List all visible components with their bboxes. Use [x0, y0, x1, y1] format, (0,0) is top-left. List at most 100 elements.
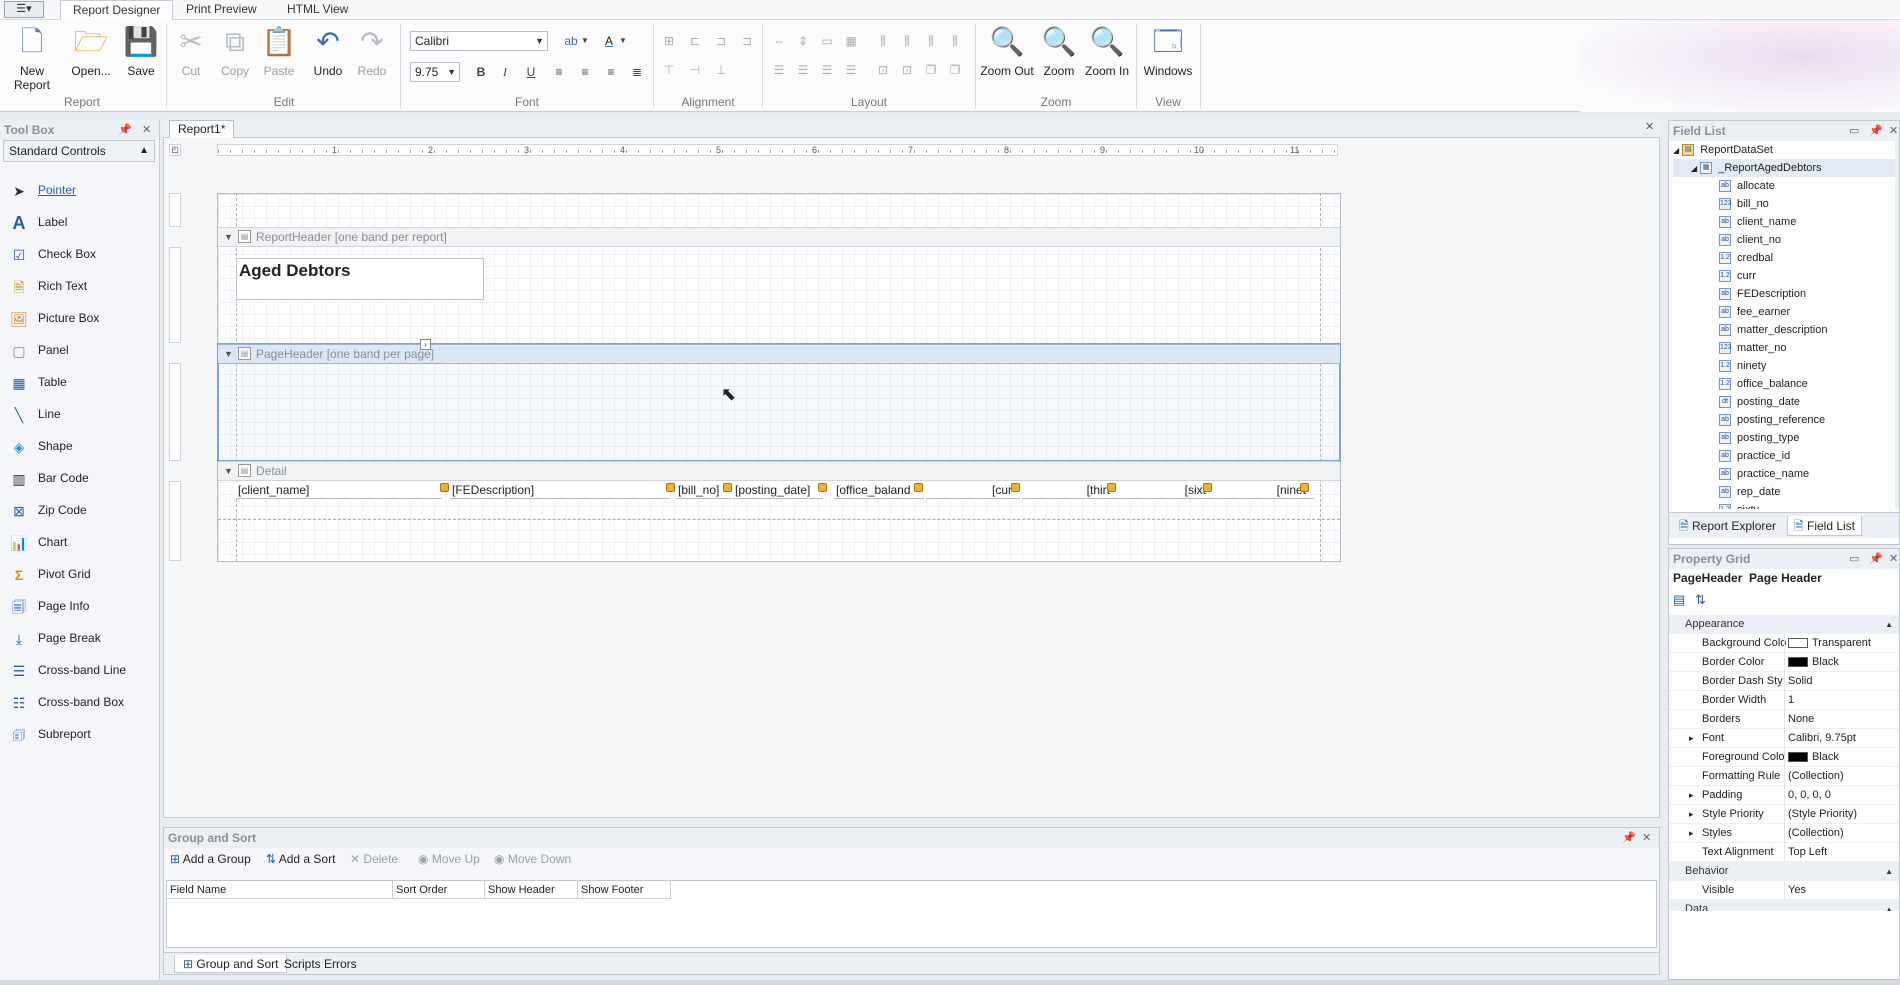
tab-report-explorer[interactable]: 🗎 Report Explorer: [1673, 516, 1782, 536]
field-item[interactable]: dt posting_date: [1673, 393, 1895, 411]
decrease-vertical-spacing-button[interactable]: ☰: [818, 61, 836, 79]
property-value[interactable]: Calibri, 9.75pt: [1784, 729, 1899, 748]
same-size-button[interactable]: ▭: [818, 32, 836, 50]
align-rights-button[interactable]: ⊐: [738, 32, 756, 50]
align-left-button[interactable]: ≡: [550, 63, 568, 81]
field-item[interactable]: ab allocate: [1673, 177, 1895, 195]
font-family-combo[interactable]: Calibri ▼: [410, 31, 548, 51]
redo-button[interactable]: ↷ Redo: [351, 24, 393, 84]
windows-button[interactable]: 🗔 Windows: [1140, 24, 1196, 84]
remove-vertical-spacing-button[interactable]: ☰: [842, 61, 860, 79]
horizontal-spacing-equal-button[interactable]: ⫼: [874, 32, 892, 50]
tab-group-and-sort[interactable]: ⊞ Group and Sort: [174, 955, 288, 973]
chevron-up-icon[interactable]: ▲: [1885, 862, 1893, 881]
vertical-spacing-equal-button[interactable]: ☰: [770, 61, 788, 79]
chevron-up-icon[interactable]: ▲: [1885, 900, 1893, 911]
toolbox-item-table[interactable]: ▦ Table: [8, 369, 156, 395]
group-sort-grid[interactable]: Field Name Sort Order Show Header Show F…: [166, 880, 1657, 948]
property-row[interactable]: Background Colo Transparent: [1669, 634, 1899, 653]
pin-icon[interactable]: 📌: [1869, 552, 1883, 565]
align-bottoms-button[interactable]: ⊥: [712, 61, 730, 79]
collapse-triangle-icon[interactable]: ▼: [224, 228, 233, 246]
toolbox-item-subreport[interactable]: 🗊 Subreport: [8, 721, 156, 747]
bring-to-front-button[interactable]: ❐: [922, 61, 940, 79]
field-item[interactable]: 123 bill_no: [1673, 195, 1895, 213]
align-right-button[interactable]: ≡: [602, 63, 620, 81]
toolbox-item-picture-box[interactable]: 🖼 Picture Box: [8, 305, 156, 331]
field-item[interactable]: 1.2 ninety: [1673, 357, 1895, 375]
bold-button[interactable]: B: [472, 63, 490, 81]
close-document-icon[interactable]: ✕: [1645, 120, 1654, 133]
property-value[interactable]: (Collection): [1784, 767, 1899, 786]
smart-tag-icon[interactable]: ›: [420, 339, 431, 350]
field-item[interactable]: ab practice_id: [1673, 447, 1895, 465]
toolbox-item-chart[interactable]: 📊 Chart: [8, 529, 156, 555]
property-value[interactable]: None: [1784, 710, 1899, 729]
background-color-dropdown[interactable]: ▼: [580, 32, 590, 50]
field-item[interactable]: 1.2sixty: [1673, 501, 1895, 509]
pin-icon[interactable]: 📌: [118, 123, 132, 136]
property-value[interactable]: 0, 0, 0, 0: [1784, 786, 1899, 805]
column-header-field-name[interactable]: Field Name: [167, 881, 393, 899]
column-header-show-footer[interactable]: Show Footer: [578, 881, 671, 899]
detail-field-office-balance[interactable]: [office_baland: [834, 482, 924, 499]
size-to-grid-button[interactable]: ▦: [842, 32, 860, 50]
property-row[interactable]: Foreground Colo Black: [1669, 748, 1899, 767]
paste-button[interactable]: 📋 Paste: [258, 24, 300, 84]
tab-print-preview[interactable]: Print Preview: [174, 0, 269, 20]
field-item[interactable]: 1.2 credbal: [1673, 249, 1895, 267]
detail-field-sixty[interactable]: [sixt: [1118, 482, 1214, 499]
align-lefts-button[interactable]: ⊏: [686, 32, 704, 50]
expand-triangle-icon[interactable]: ◢: [1691, 164, 1697, 173]
toolbox-item-zip-code[interactable]: ⊠ Zip Code: [8, 497, 156, 523]
tab-field-list[interactable]: 🗎 Field List: [1787, 516, 1863, 536]
detail-field-curr[interactable]: [cur: [926, 482, 1020, 499]
zoom-out-button[interactable]: 🔍 Zoom Out: [978, 24, 1036, 84]
increase-vertical-spacing-button[interactable]: ☰: [794, 61, 812, 79]
property-row[interactable]: ▸ Padding 0, 0, 0, 0: [1669, 786, 1899, 805]
field-item[interactable]: 1.2 office_balance: [1673, 375, 1895, 393]
field-item[interactable]: 1.2 curr: [1673, 267, 1895, 285]
window-icon[interactable]: ▭: [1849, 124, 1859, 137]
close-icon[interactable]: ✕: [142, 123, 151, 136]
field-item[interactable]: ab client_name: [1673, 213, 1895, 231]
delete-button[interactable]: ✕ Delete: [350, 848, 398, 870]
align-to-grid-button[interactable]: ⊞: [660, 32, 678, 50]
field-item[interactable]: ab posting_reference: [1673, 411, 1895, 429]
center-vertically-button[interactable]: ⊡: [898, 61, 916, 79]
field-item[interactable]: ab posting_type: [1673, 429, 1895, 447]
align-center-button[interactable]: ≡: [576, 63, 594, 81]
zoom-button[interactable]: 🔍 Zoom: [1036, 24, 1082, 84]
toolbox-item-cross-band-box[interactable]: ☷ Cross-band Box: [8, 689, 156, 715]
underline-button[interactable]: U: [522, 63, 540, 81]
foreground-color-button[interactable]: A: [600, 32, 618, 50]
tab-scripts-errors[interactable]: Scripts Errors: [276, 955, 365, 973]
toolbox-item-rich-text[interactable]: 🗎 Rich Text: [8, 273, 156, 299]
property-row[interactable]: Border Color Black: [1669, 653, 1899, 672]
categorized-view-icon[interactable]: ▤: [1673, 592, 1685, 608]
toolbox-item-shape[interactable]: ◈ Shape: [8, 433, 156, 459]
toolbox-item-bar-code[interactable]: ▥ Bar Code: [8, 465, 156, 491]
property-value[interactable]: Black: [1784, 748, 1899, 767]
copy-button[interactable]: ⧉ Copy: [214, 24, 256, 84]
toolbox-item-page-info[interactable]: 🗐 Page Info: [8, 593, 156, 619]
remove-horizontal-spacing-button[interactable]: ⫼: [946, 32, 964, 50]
detail-field-client-name[interactable]: [client_name]: [236, 482, 442, 499]
toolbox-item-page-break[interactable]: ⤓ Page Break: [8, 625, 156, 651]
tree-node-dataset[interactable]: ◢ ▤ ReportDataSet: [1673, 141, 1895, 159]
move-up-button[interactable]: ◉ Move Up: [418, 848, 480, 870]
undo-button[interactable]: ↶ Undo: [307, 24, 349, 84]
center-horizontally-button[interactable]: ⊡: [874, 61, 892, 79]
chevron-up-icon[interactable]: ▲: [1885, 615, 1893, 634]
property-grid-selected-object[interactable]: PageHeader Page Header: [1673, 571, 1822, 585]
toolbox-item-line[interactable]: ╲ Line: [8, 401, 156, 427]
field-item[interactable]: ab rep_date: [1673, 483, 1895, 501]
property-row[interactable]: Text Alignment Top Left: [1669, 843, 1899, 862]
column-header-sort-order[interactable]: Sort Order: [393, 881, 485, 899]
collapse-triangle-icon[interactable]: ▼: [224, 462, 233, 480]
property-row[interactable]: Border Dash Sty Solid: [1669, 672, 1899, 691]
tab-report1[interactable]: Report1*: [169, 120, 235, 138]
tab-report-designer[interactable]: Report Designer: [60, 0, 174, 20]
add-group-button[interactable]: ⊞ Add a Group: [170, 848, 251, 870]
detail-field-ninety[interactable]: [ninet: [1214, 482, 1314, 499]
